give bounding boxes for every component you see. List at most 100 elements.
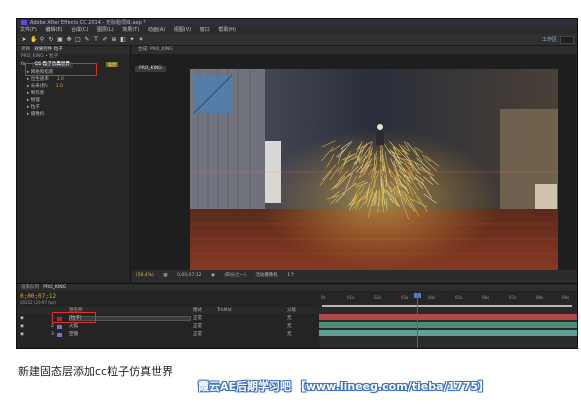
layer-number: 2 bbox=[51, 324, 54, 329]
tab-comp-timeline[interactable]: PRO_KING bbox=[43, 285, 66, 290]
property-row[interactable]: ▸ 出生速率 1.0 bbox=[17, 76, 130, 83]
title-bar: Adobe After Effects CC 2014 - 无标题项目.aep … bbox=[17, 19, 577, 27]
menu-effect[interactable]: 效果(T) bbox=[122, 27, 139, 33]
eye-icon[interactable]: ◉ bbox=[20, 331, 24, 338]
views-select[interactable]: 1个 bbox=[287, 273, 294, 278]
eye-icon[interactable]: ◉ bbox=[20, 315, 24, 322]
red-highlight-box bbox=[52, 312, 96, 323]
col-trkmat: TrkMat bbox=[217, 308, 232, 313]
red-highlight-box bbox=[25, 63, 97, 76]
property-row[interactable]: ▸ 长寿(秒) 1.0 bbox=[17, 83, 130, 90]
col-parent: 父级 bbox=[287, 308, 296, 313]
reset-button[interactable]: 重置 bbox=[106, 62, 118, 67]
layer-duration-bar[interactable] bbox=[319, 330, 577, 336]
layer-parent[interactable]: 无 bbox=[287, 323, 292, 330]
effect-controls-panel: 项目 效果控件 粒子 PRO_KING • 粒子 fx CC 粒子仿真世界 重置… bbox=[17, 46, 131, 282]
ruler-label: 01s bbox=[347, 295, 355, 300]
menu-file[interactable]: 文件(F) bbox=[20, 27, 37, 33]
watermark: 霞云AE后期学习吧 【www.lineeg.com/tieba/1775】 bbox=[198, 380, 490, 393]
composition-canvas[interactable] bbox=[190, 69, 558, 274]
tab-effect-controls[interactable]: 效果控件 粒子 bbox=[34, 47, 62, 52]
grid-icon[interactable]: ▦ bbox=[163, 273, 167, 278]
menu-window[interactable]: 窗口 bbox=[200, 27, 210, 33]
frame-count: 00222 (29.97 fps) bbox=[20, 300, 56, 305]
menu-layer[interactable]: 图层(L) bbox=[97, 27, 114, 33]
timeline-tracks[interactable]: 0s 01s 02s 03s 04s 05s 06s 07s 08s 09s bbox=[319, 293, 577, 348]
property-row[interactable]: ▸ 摄像机 bbox=[17, 111, 130, 118]
clone-stamp-tool-icon[interactable]: ⊕ bbox=[111, 37, 117, 43]
ruler-label: 04s bbox=[428, 295, 436, 300]
layer-row[interactable]: ◉ 2 火焰 正常 无 bbox=[17, 323, 318, 330]
viewer-timecode[interactable]: 0;00;07;12 bbox=[177, 273, 202, 278]
ruler-label: 07s bbox=[509, 295, 517, 300]
camera-tool-icon[interactable]: ▣ bbox=[57, 37, 63, 43]
roto-brush-tool-icon[interactable]: ✦ bbox=[129, 37, 135, 43]
performer-head bbox=[377, 124, 383, 130]
selection-tool-icon[interactable]: ➤ bbox=[21, 37, 27, 43]
property-row[interactable]: ▸ 粒子 bbox=[17, 104, 130, 111]
ruler-label: 03s bbox=[401, 295, 409, 300]
search-help-input[interactable] bbox=[560, 36, 574, 44]
comp-breadcrumb[interactable]: PRO_KING bbox=[135, 66, 166, 72]
layer-parent[interactable]: 无 bbox=[287, 315, 292, 322]
ruler-label: 08s bbox=[536, 295, 544, 300]
work-area-bar[interactable] bbox=[322, 305, 572, 307]
tab-render-queue[interactable]: 渲染队列 bbox=[21, 285, 39, 290]
ruler-label: 05s bbox=[455, 295, 463, 300]
particle-glow bbox=[260, 129, 500, 269]
pen-tool-icon[interactable]: ✎ bbox=[84, 37, 90, 43]
timeline-timecode[interactable]: 0;00;07;12 bbox=[20, 293, 56, 300]
resolution-select[interactable]: (四分之一) bbox=[224, 273, 246, 278]
layer-color-swatch[interactable] bbox=[57, 324, 62, 329]
layer-name[interactable]: 空镜 bbox=[69, 331, 78, 338]
timeline-tabs: 渲染队列 PRO_KING bbox=[17, 284, 577, 291]
time-ruler[interactable]: 0s 01s 02s 03s 04s 05s 06s 07s 08s 09s bbox=[319, 293, 577, 307]
zoom-level[interactable]: (56.4%) bbox=[136, 273, 154, 278]
after-effects-logo-icon bbox=[21, 20, 27, 25]
caption-text: 新建固态层添加cc粒子仿真世界 bbox=[18, 365, 174, 378]
ruler-label: 0s bbox=[321, 295, 326, 300]
layer-parent[interactable]: 无 bbox=[287, 331, 292, 338]
menu-animation[interactable]: 动画(A) bbox=[148, 27, 165, 33]
eye-icon[interactable]: ◉ bbox=[20, 323, 24, 330]
playhead[interactable] bbox=[417, 293, 418, 348]
hand-tool-icon[interactable]: ✋ bbox=[30, 37, 37, 43]
layer-duration-bar[interactable] bbox=[319, 322, 577, 328]
ruler-label: 06s bbox=[482, 295, 490, 300]
layer-color-swatch[interactable] bbox=[57, 332, 62, 337]
menu-help[interactable]: 帮助(H) bbox=[218, 27, 236, 33]
eraser-tool-icon[interactable]: ◧ bbox=[120, 37, 126, 43]
menu-view[interactable]: 视图(V) bbox=[174, 27, 191, 33]
camera-select[interactable]: 活动摄像机 bbox=[255, 273, 278, 278]
layer-name[interactable]: 火焰 bbox=[69, 323, 78, 330]
layer-duration-bar[interactable] bbox=[319, 314, 577, 320]
viewer-bottom-bar: (56.4%) ▦ 0;00;07;12 ◉ (四分之一) 活动摄像机 1个 bbox=[132, 270, 577, 282]
zoom-tool-icon[interactable]: ⚲ bbox=[39, 37, 45, 43]
scene-render bbox=[190, 69, 558, 274]
composition-viewer: 合成: PRO_KING PRO_KING (56.4%) ▦ 0;00;07;… bbox=[132, 46, 577, 282]
text-tool-icon[interactable]: T bbox=[93, 37, 99, 43]
ruler-label: 09s bbox=[562, 295, 570, 300]
brush-tool-icon[interactable]: ✐ bbox=[102, 37, 108, 43]
rotate-tool-icon[interactable]: ↻ bbox=[48, 37, 54, 43]
menu-bar: 文件(F) 编辑(E) 合成(C) 图层(L) 效果(T) 动画(A) 视图(V… bbox=[17, 27, 577, 34]
puppet-tool-icon[interactable]: ✶ bbox=[138, 37, 144, 43]
layer-mode[interactable]: 正常 bbox=[193, 315, 202, 322]
workspace-label[interactable]: 工作区 bbox=[542, 36, 557, 44]
performer-body bbox=[376, 131, 384, 145]
layer-row[interactable]: ◉ 3 空镜 正常 无 bbox=[17, 331, 318, 338]
tools-toolbar: ➤ ✋ ⚲ ↻ ▣ ✥ □ ✎ T ✐ ⊕ ◧ ✦ ✶ 工作区 bbox=[17, 34, 577, 46]
timeline-panel: 渲染队列 PRO_KING 0;00;07;12 00222 (29.97 fp… bbox=[17, 283, 577, 348]
layer-mode[interactable]: 正常 bbox=[193, 323, 202, 330]
pan-behind-tool-icon[interactable]: ✥ bbox=[66, 37, 72, 43]
property-row[interactable]: ▸ 物理 bbox=[17, 97, 130, 104]
menu-edit[interactable]: 编辑(E) bbox=[45, 27, 62, 33]
shape-tool-icon[interactable]: □ bbox=[75, 37, 81, 43]
tab-project[interactable]: 项目 bbox=[21, 47, 30, 52]
menu-composition[interactable]: 合成(C) bbox=[71, 27, 88, 33]
property-row[interactable]: ▸ 制作者 bbox=[17, 90, 130, 97]
ruler-label: 02s bbox=[374, 295, 382, 300]
tab-composition[interactable]: 合成: PRO_KING bbox=[138, 47, 173, 52]
layer-mode[interactable]: 正常 bbox=[193, 331, 202, 338]
snapshot-icon[interactable]: ◉ bbox=[211, 273, 215, 278]
